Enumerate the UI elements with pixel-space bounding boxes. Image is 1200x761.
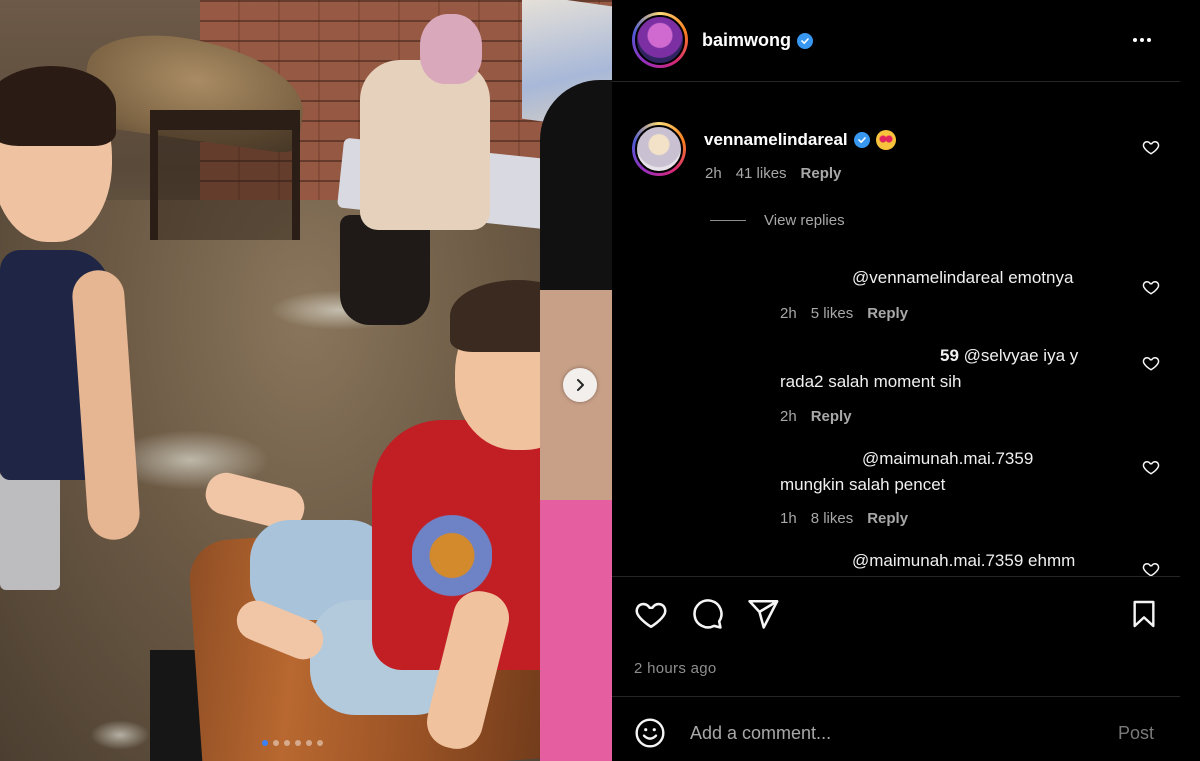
reply-comment: 59 @selvyae iya y rada2 salah moment sih xyxy=(780,343,1078,395)
like-comment-heart-icon[interactable] xyxy=(1142,458,1160,476)
comment-input[interactable] xyxy=(690,721,1070,745)
comment-composer: Post xyxy=(612,696,1180,761)
carousel-dot xyxy=(317,740,323,746)
send-icon[interactable] xyxy=(746,597,780,631)
instagram-post-modal: baimwong vennamelindareal 2h 41 likes Re… xyxy=(0,0,1200,761)
post-header: baimwong xyxy=(612,0,1180,82)
post-timestamp: 2 hours ago xyxy=(634,660,717,677)
comment-likes[interactable]: 8 likes xyxy=(811,510,854,527)
reply-button[interactable]: Reply xyxy=(867,510,908,527)
smiley-icon[interactable] xyxy=(634,717,666,749)
divider-line xyxy=(710,220,746,221)
author-avatar[interactable] xyxy=(632,12,688,68)
kid-left-hair xyxy=(0,66,116,146)
reply-text-line: mungkin salah pencet xyxy=(780,475,946,494)
comment-time: 1h xyxy=(780,510,797,527)
reply-button[interactable]: Reply xyxy=(867,305,908,322)
reply-text: iya y xyxy=(1043,346,1079,365)
heart-icon[interactable] xyxy=(634,597,668,631)
like-comment-heart-icon[interactable] xyxy=(1142,354,1160,372)
heart-eyes-emoji-icon xyxy=(875,130,896,150)
chevron-right-icon xyxy=(577,379,584,391)
view-replies-button[interactable]: View replies xyxy=(710,212,845,229)
comment-meta: 1h 8 likes Reply xyxy=(780,510,908,527)
reply-text: emotnya xyxy=(1008,268,1074,287)
water-ripple xyxy=(90,720,150,750)
reply-text-line: rada2 salah moment sih xyxy=(780,372,962,391)
comment-time: 2h xyxy=(780,408,797,425)
like-comment-heart-icon[interactable] xyxy=(1142,138,1160,156)
carousel-dot xyxy=(306,740,312,746)
mention-link[interactable]: @selvyae xyxy=(964,346,1039,365)
comment-author: vennamelindareal xyxy=(704,130,896,150)
carousel-dot xyxy=(273,740,279,746)
like-comment-heart-icon[interactable] xyxy=(1142,278,1160,296)
comment-username[interactable]: vennamelindareal xyxy=(704,130,848,150)
comment-meta: 2h 41 likes Reply xyxy=(705,165,841,182)
comments-list[interactable]: vennamelindareal 2h 41 likes Reply View … xyxy=(612,82,1200,576)
reply-prefix: 59 xyxy=(940,346,959,365)
author-username[interactable]: baimwong xyxy=(702,30,813,51)
carousel-next-button[interactable] xyxy=(563,368,597,402)
mention-link[interactable]: @vennamelindareal xyxy=(852,268,1003,287)
carousel-dot xyxy=(262,740,268,746)
reply-button[interactable]: Reply xyxy=(801,165,842,182)
carousel-indicator xyxy=(262,740,323,746)
reply-comment: @maimunah.mai.7359 ehmm xyxy=(852,548,1075,574)
author-username-text[interactable]: baimwong xyxy=(702,30,791,51)
like-comment-heart-icon[interactable] xyxy=(1142,560,1160,576)
post-comment-button[interactable]: Post xyxy=(1118,723,1154,744)
reply-comment: @maimunah.mai.7359 mungkin salah pencet xyxy=(780,446,1033,498)
post-side-panel: baimwong vennamelindareal 2h 41 likes Re… xyxy=(612,0,1200,761)
verified-badge-icon xyxy=(797,32,813,49)
chair xyxy=(150,110,300,240)
carousel-dot xyxy=(284,740,290,746)
comment-meta: 2h Reply xyxy=(780,408,852,425)
more-options-button[interactable] xyxy=(1128,30,1156,50)
reply-comment: @vennamelindareal emotnya xyxy=(852,265,1073,291)
woman-hijab xyxy=(420,14,482,84)
post-actions: 2 hours ago xyxy=(612,576,1180,696)
comment-time: 2h xyxy=(705,165,722,182)
post-photo[interactable] xyxy=(0,0,612,761)
reply-text: ehmm xyxy=(1028,551,1076,570)
person-edge xyxy=(540,80,612,761)
bookmark-icon[interactable] xyxy=(1128,597,1160,631)
reply-button[interactable]: Reply xyxy=(811,408,852,425)
carousel-dot xyxy=(295,740,301,746)
verified-badge-icon xyxy=(853,132,870,148)
woman-legs xyxy=(340,215,430,325)
comment-meta: 2h 5 likes Reply xyxy=(780,305,908,322)
mention-link[interactable]: @maimunah.mai.7359 xyxy=(862,449,1033,468)
woman xyxy=(360,60,490,230)
commenter-avatar[interactable] xyxy=(632,122,686,176)
mention-link[interactable]: @maimunah.mai.7359 xyxy=(852,551,1023,570)
kid-shorts xyxy=(0,470,60,590)
comment-likes[interactable]: 41 likes xyxy=(736,165,787,182)
comment-time: 2h xyxy=(780,305,797,322)
view-replies-label: View replies xyxy=(764,212,845,229)
comment-likes[interactable]: 5 likes xyxy=(811,305,854,322)
comment-icon[interactable] xyxy=(690,597,724,631)
